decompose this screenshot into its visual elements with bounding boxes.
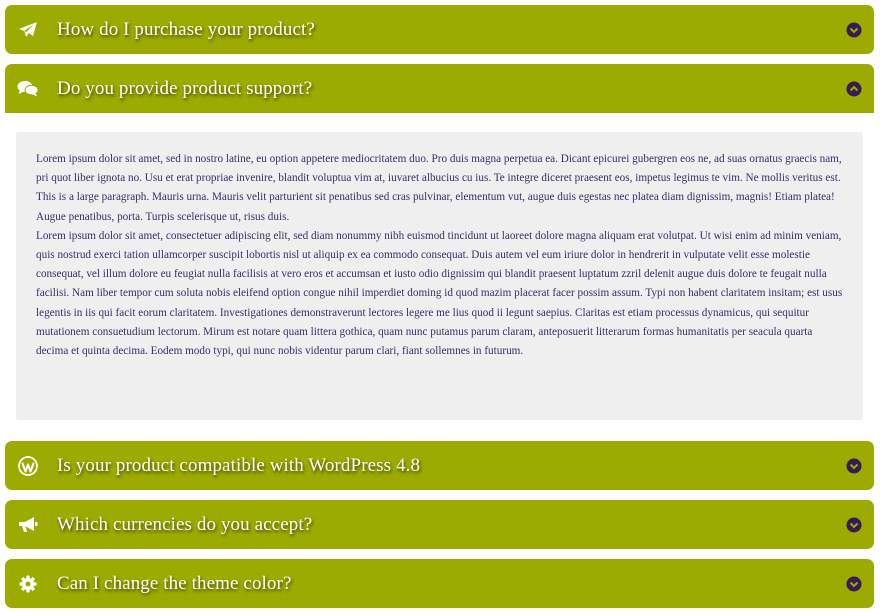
paper-plane-icon	[16, 18, 40, 42]
faq-item-support: Do you provide product support?	[5, 64, 874, 113]
faq-header-wordpress[interactable]: Is your product compatible with WordPres…	[5, 441, 874, 490]
faq-question: Is your product compatible with WordPres…	[57, 454, 421, 476]
bullhorn-icon	[16, 513, 40, 537]
answer-paragraph: Lorem ipsum dolor sit amet, sed in nostr…	[36, 153, 842, 185]
chevron-down-circle-icon[interactable]	[846, 576, 862, 592]
faq-item-wordpress: Is your product compatible with WordPres…	[5, 441, 874, 490]
faq-header-purchase[interactable]: How do I purchase your product?	[5, 5, 874, 54]
answer-panel: Lorem ipsum dolor sit amet, sed in nostr…	[16, 132, 863, 420]
chevron-down-circle-icon[interactable]	[846, 517, 862, 533]
comments-icon	[16, 77, 40, 101]
chevron-down-circle-icon[interactable]	[846, 458, 862, 474]
faq-accordion: How do I purchase your product? Do you p…	[0, 0, 880, 615]
faq-question: Do you provide product support?	[57, 77, 313, 99]
faq-header-currencies[interactable]: Which currencies do you accept?	[5, 500, 874, 549]
faq-header-support[interactable]: Do you provide product support?	[5, 64, 874, 113]
faq-item-purchase: How do I purchase your product?	[5, 5, 874, 54]
wordpress-icon	[16, 454, 40, 478]
chevron-up-circle-icon[interactable]	[846, 81, 862, 97]
faq-answer-support: Lorem ipsum dolor sit amet, sed in nostr…	[5, 113, 874, 438]
gear-icon	[16, 572, 40, 596]
faq-question: Can I change the theme color?	[57, 572, 292, 594]
faq-item-currencies: Which currencies do you accept?	[5, 500, 874, 549]
faq-question: How do I purchase your product?	[57, 18, 315, 40]
faq-question: Which currencies do you accept?	[57, 513, 313, 535]
answer-paragraph: Lorem ipsum dolor sit amet, consectetuer…	[36, 229, 843, 358]
faq-item-theme-color: Can I change the theme color?	[5, 559, 874, 608]
answer-paragraph: This is a large paragraph. Mauris urna. …	[36, 191, 835, 223]
chevron-down-circle-icon[interactable]	[846, 22, 862, 38]
faq-header-theme-color[interactable]: Can I change the theme color?	[5, 559, 874, 608]
